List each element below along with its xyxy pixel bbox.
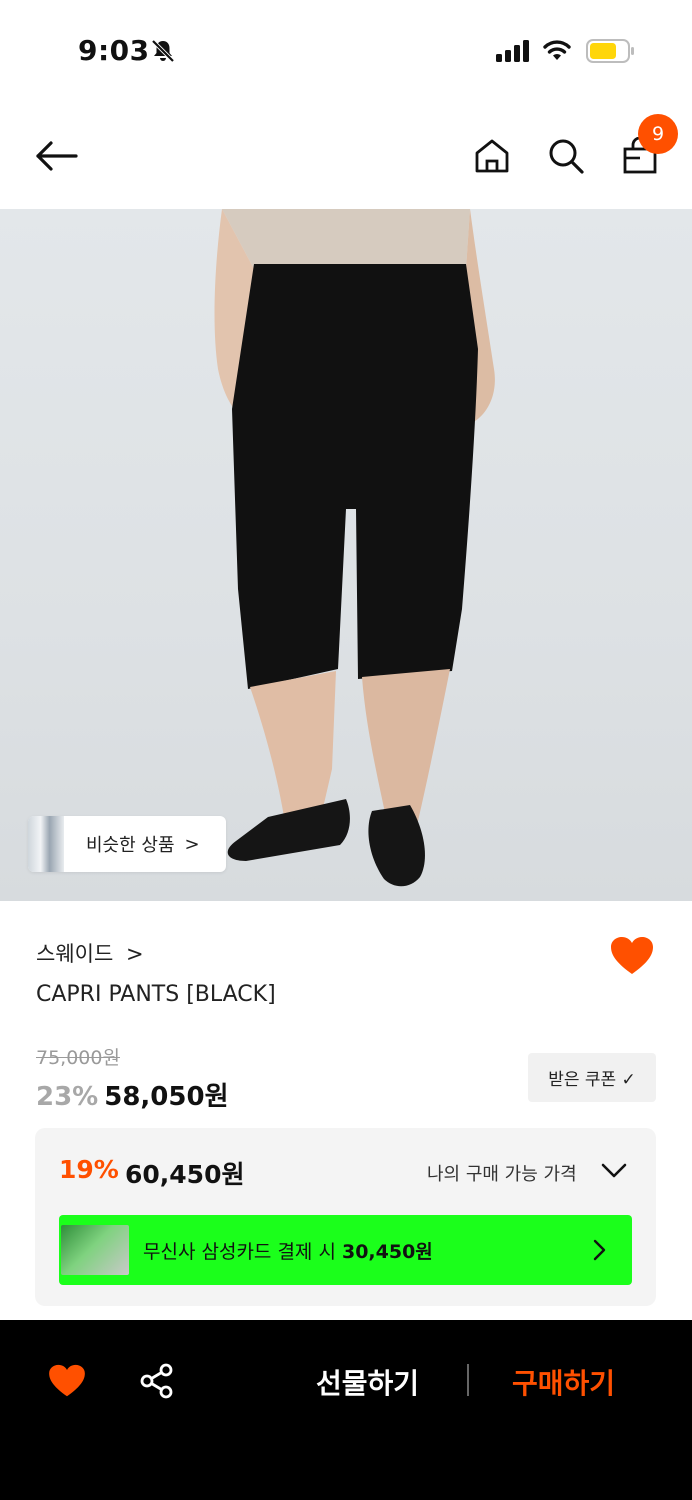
- bell-muted-icon: [151, 39, 175, 63]
- gift-button[interactable]: 선물하기: [316, 1362, 419, 1402]
- member-discount-percent: 19%: [59, 1155, 119, 1184]
- product-name: CAPRI PANTS [BLACK]: [36, 982, 276, 1007]
- similar-products-label: 비슷한 상품: [86, 835, 175, 856]
- search-button[interactable]: [542, 132, 590, 180]
- card-offer-prefix: 무신사 삼성카드 결제 시: [143, 1241, 342, 1263]
- card-offer-text: 무신사 삼성카드 결제 시 30,450원: [143, 1237, 433, 1264]
- member-price: 60,450원: [125, 1160, 245, 1189]
- cart-count-badge: 9: [638, 114, 678, 154]
- status-time: 9:03: [78, 34, 150, 67]
- buy-button[interactable]: 구매하기: [512, 1362, 615, 1402]
- chevron-down-icon[interactable]: [601, 1162, 627, 1180]
- home-icon: [475, 139, 509, 173]
- wifi-icon: [543, 40, 571, 60]
- original-price: 75,000원: [36, 1047, 120, 1069]
- coupon-button[interactable]: 받은 쿠폰 ✓: [528, 1053, 656, 1102]
- status-bar: 9:03: [0, 0, 692, 100]
- chevron-right-icon: >: [125, 942, 144, 966]
- home-button[interactable]: [468, 132, 516, 180]
- back-button[interactable]: [32, 132, 80, 180]
- discount-percent: 23%: [36, 1082, 99, 1112]
- similar-thumbnail: [28, 816, 64, 872]
- credit-card-image: [61, 1225, 129, 1275]
- card-offer-banner[interactable]: 무신사 삼성카드 결제 시 30,450원: [59, 1215, 632, 1285]
- chevron-right-icon: >: [184, 833, 200, 855]
- brand-name: 스웨이드: [36, 942, 114, 966]
- bottom-action-bar: 선물하기 구매하기: [0, 1320, 692, 1500]
- similar-products-button[interactable]: 비슷한 상품 >: [28, 816, 226, 872]
- card-offer-price: 30,450원: [341, 1241, 433, 1263]
- share-icon[interactable]: [138, 1362, 176, 1400]
- my-price-label[interactable]: 나의 구매 가능 가격: [427, 1160, 577, 1186]
- back-arrow-icon: [36, 141, 78, 171]
- brand-link[interactable]: 스웨이드 >: [36, 938, 144, 968]
- top-nav: [0, 110, 692, 206]
- search-icon: [549, 139, 584, 174]
- sale-price: 58,050원: [104, 1082, 229, 1112]
- chevron-right-icon: [593, 1239, 606, 1261]
- member-price-box: 19% 60,450원 나의 구매 가능 가격 무신사 삼성카드 결제 시 30…: [35, 1128, 656, 1306]
- cellular-signal-icon: [496, 40, 529, 62]
- wishlist-heart-icon[interactable]: [48, 1364, 86, 1398]
- model-photo: [214, 209, 495, 887]
- divider: [467, 1364, 469, 1396]
- sale-price-row: 23% 58,050원: [36, 1076, 229, 1113]
- battery-icon: [586, 39, 634, 63]
- like-heart-icon[interactable]: [610, 936, 654, 976]
- product-image[interactable]: 비슷한 상품 >: [0, 209, 692, 901]
